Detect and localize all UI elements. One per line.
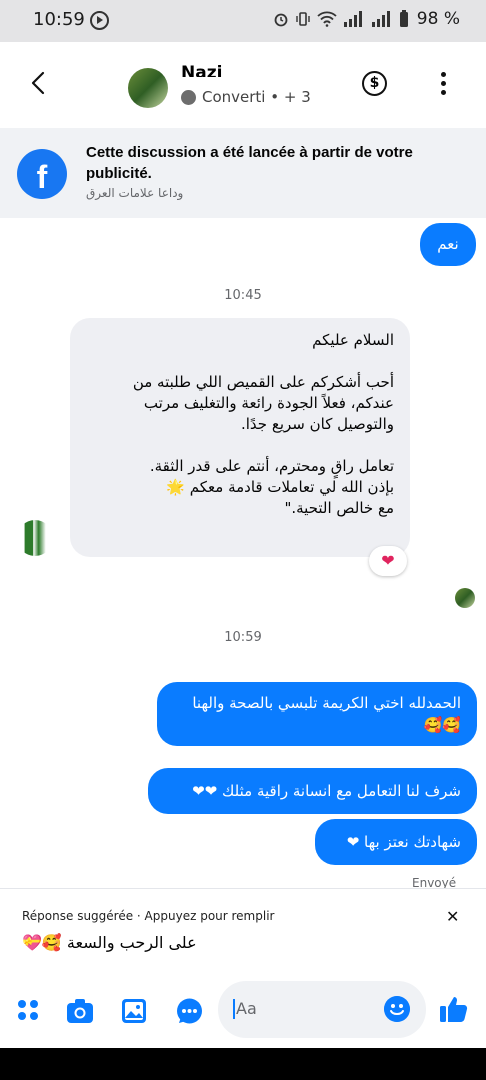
status-time: 10:59 — [33, 9, 85, 30]
camera-icon[interactable] — [66, 998, 94, 1024]
timestamp: 10:45 — [224, 288, 262, 303]
outgoing-message[interactable]: شهادتك نعتز بها ❤ — [315, 819, 477, 865]
contact-name[interactable]: Nazi — [181, 63, 222, 77]
chat-bubble-icon[interactable] — [176, 998, 203, 1025]
timestamp: 10:59 — [224, 630, 262, 645]
apps-grid-icon[interactable] — [16, 998, 40, 1022]
message-input[interactable]: Aa — [218, 981, 426, 1038]
message-input-placeholder: Aa — [233, 999, 257, 1019]
emoji-icon[interactable] — [384, 996, 410, 1022]
contact-status: Converti • + 3 — [202, 88, 311, 106]
back-arrow-icon[interactable] — [24, 68, 54, 98]
seen-indicator-avatar — [455, 588, 475, 608]
message-line-blank — [86, 435, 394, 456]
outgoing-message[interactable]: نعم — [420, 223, 476, 266]
message-line: بإذن الله لي تعاملات قادمة معكم 🌟 — [166, 478, 394, 496]
status-bar: 10:59 98 % — [0, 0, 486, 42]
contact-subtitle: Converti • + 3 — [181, 88, 311, 106]
more-options-icon[interactable] — [441, 72, 447, 96]
battery-level: 98 % — [416, 9, 460, 29]
battery-icon — [399, 10, 408, 27]
heart-reaction[interactable]: ❤ — [369, 546, 407, 576]
sync-icon — [90, 11, 109, 30]
ad-banner-title: Cette discussion a été lancée à partir d… — [86, 144, 413, 182]
message-line: مع خالص التحية." — [284, 499, 394, 517]
message-line-blank — [86, 351, 394, 372]
thumbs-up-icon[interactable] — [439, 994, 469, 1024]
dollar-icon[interactable]: $ — [362, 71, 387, 96]
signal-icon-2 — [371, 11, 390, 27]
status-icons: 98 % — [273, 9, 460, 29]
message-line: تعامل راقٍ ومحترم، أنتم على قدر الثقة. — [149, 457, 394, 475]
vibrate-icon — [296, 12, 310, 26]
label-avatar-icon — [181, 89, 196, 105]
suggested-reply-text[interactable]: على الرحب والسعة 🥰💝 — [22, 933, 197, 952]
conversation-header: Nazi Converti • + 3 $ — [0, 42, 486, 128]
contact-avatar[interactable] — [128, 68, 168, 108]
incoming-message[interactable]: السلام عليكم أحب أشكركم على القميص اللي … — [70, 318, 410, 557]
suggested-reply-panel: Réponse suggérée · Appuyez pour remplir … — [0, 888, 486, 968]
sender-avatar[interactable] — [17, 520, 53, 556]
system-navigation-bar — [0, 1048, 486, 1080]
ad-origin-banner[interactable]: f Cette discussion a été lancée à partir… — [0, 128, 486, 218]
message-line: أحب أشكركم على القميص اللي طلبته من عندك… — [132, 373, 394, 433]
message-line: السلام عليكم — [312, 331, 394, 349]
outgoing-message[interactable]: الحمدلله اختي الكريمة تلبسي بالصحة والهن… — [157, 682, 477, 746]
wifi-icon — [317, 11, 337, 27]
facebook-logo-icon: f — [17, 149, 67, 199]
message-composer: Aa — [0, 968, 486, 1048]
ad-banner-subtitle: وداعا علامات العرق — [86, 186, 184, 200]
alarm-icon — [274, 13, 288, 27]
signal-icon — [343, 11, 362, 27]
suggested-reply-label: Réponse suggérée · Appuyez pour remplir — [22, 909, 275, 923]
gallery-icon[interactable] — [121, 998, 147, 1024]
outgoing-message[interactable]: شرف لنا التعامل مع انسانة راقية مثلك ❤❤ — [148, 768, 477, 814]
close-icon[interactable]: ✕ — [446, 907, 459, 926]
